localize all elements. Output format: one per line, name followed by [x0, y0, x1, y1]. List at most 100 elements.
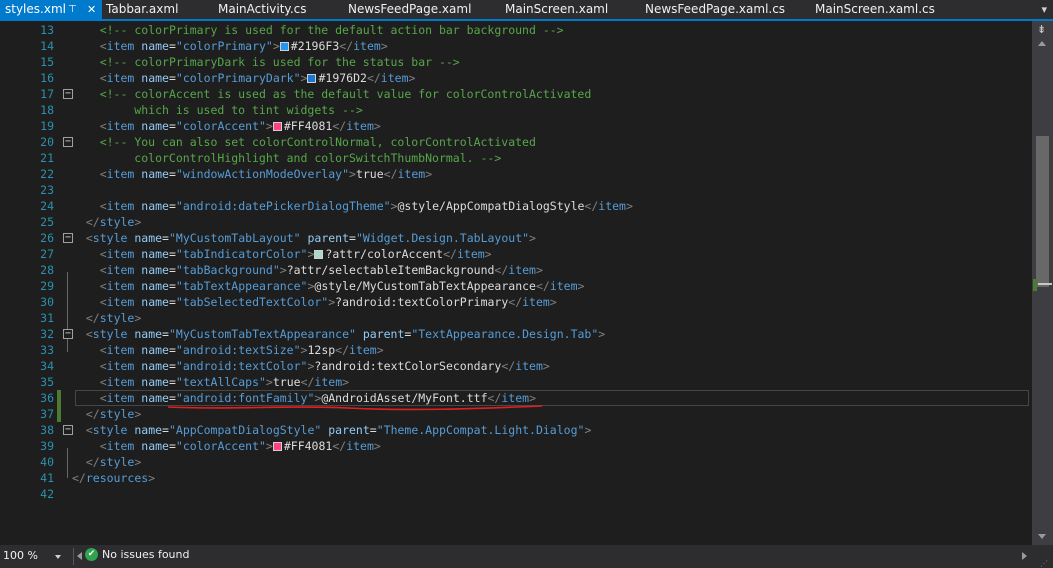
code-token: > — [265, 375, 273, 389]
code-token: "colorAccent" — [175, 439, 266, 453]
tab-overflow-dropdown-icon[interactable]: ▾ — [1041, 0, 1047, 19]
code-token: < — [99, 199, 107, 213]
code-token: < — [99, 295, 107, 309]
code-line[interactable]: 22 <item name="windowActionModeOverlay">… — [0, 166, 1032, 182]
code-token: item — [106, 71, 135, 85]
tab-styles-xml[interactable]: styles.xml ⊤ ✕ — [0, 0, 102, 19]
code-line[interactable]: 30 <item name="tabSelectedTextColor">?an… — [0, 294, 1032, 310]
code-line[interactable]: 14 <item name="colorPrimary"> #2196F3</it… — [0, 38, 1032, 54]
code-editor[interactable]: 13 <!-- colorPrimary is used for the def… — [0, 21, 1032, 545]
code-token: = — [168, 119, 176, 133]
code-token: > — [380, 39, 388, 53]
line-number: 41 — [40, 471, 54, 485]
scroll-right-arrow-icon[interactable] — [1022, 552, 1027, 560]
vertical-scrollbar[interactable]: ⇟ — [1032, 21, 1053, 545]
code-line[interactable]: 27 <item name="tabIndicatorColor"> ?attr/… — [0, 246, 1032, 262]
code-line[interactable]: 31 </style> — [0, 310, 1032, 326]
code-token: </ — [85, 311, 100, 325]
code-token: item — [106, 391, 135, 405]
code-line[interactable]: 20− <!-- You can also set colorControlNo… — [0, 134, 1032, 150]
zoom-dropdown[interactable]: 100 % — [3, 547, 63, 565]
code-line[interactable]: 19 <item name="colorAccent"> #FF4081</ite… — [0, 118, 1032, 134]
code-token: name — [134, 39, 169, 53]
tab-mainactivity-cs[interactable]: MainActivity.cs — [218, 0, 306, 19]
code-token: > — [342, 375, 350, 389]
code-token: name — [127, 423, 163, 437]
line-number: 38 — [40, 423, 54, 437]
code-line[interactable]: 42 — [0, 486, 1032, 502]
code-line[interactable]: 35 <item name="textAllCaps">true</item> — [0, 374, 1032, 390]
code-line[interactable]: 13 <!-- colorPrimary is used for the def… — [0, 22, 1032, 38]
scroll-left-arrow-icon[interactable] — [77, 552, 82, 560]
code-token: < — [99, 263, 107, 277]
code-line[interactable]: 26− <style name="MyCustomTabLayout" pare… — [0, 230, 1032, 246]
code-token: ?attr/colorAccent — [325, 247, 444, 261]
code-line[interactable]: 21 colorControlHighlight and colorSwitch… — [0, 150, 1032, 166]
code-token: > — [529, 231, 536, 245]
code-line[interactable]: 17− <!-- colorAccent is used as the defa… — [0, 86, 1032, 102]
code-token: item — [508, 263, 536, 277]
code-token: @AndroidAsset/MyFont.ttf — [321, 391, 488, 405]
code-line[interactable]: 33 <item name="android:textSize">12sp</i… — [0, 342, 1032, 358]
code-token: = — [369, 423, 377, 437]
code-text: <item name="colorPrimaryDark"> #1976D2</i… — [72, 70, 416, 86]
code-token: < — [99, 359, 107, 373]
code-token: = — [168, 391, 176, 405]
code-line[interactable]: 18 which is used to tint widgets --> — [0, 102, 1032, 118]
code-line[interactable]: 32− <style name="MyCustomTabTextAppearan… — [0, 326, 1032, 342]
code-line[interactable]: 15 <!-- colorPrimaryDark is used for the… — [0, 54, 1032, 70]
tab-newsfeedpage-xaml[interactable]: NewsFeedPage.xaml — [348, 0, 471, 19]
code-line[interactable]: 37 </style> — [0, 406, 1032, 422]
tab-mainscreen-xaml[interactable]: MainScreen.xaml — [505, 0, 608, 19]
code-text: <item name="android:textSize">12sp</item… — [72, 342, 384, 358]
code-line[interactable]: 34 <item name="android:textColor">?andro… — [0, 358, 1032, 374]
scroll-down-arrow-icon[interactable] — [1038, 534, 1046, 539]
code-line[interactable]: 23 — [0, 182, 1032, 198]
code-token: "MyCustomTabTextAppearance" — [168, 327, 356, 341]
code-token: < — [99, 71, 107, 85]
code-token: = — [168, 295, 176, 309]
code-token: = — [168, 279, 176, 293]
code-line[interactable]: 29 <item name="tabTextAppearance">@style… — [0, 278, 1032, 294]
check-circle-icon[interactable]: ✔ — [85, 548, 98, 561]
code-token: item — [380, 71, 409, 85]
code-line[interactable]: 36 <item name="android:fontFamily">@Andr… — [0, 390, 1032, 406]
code-line[interactable]: 38− <style name="AppCompatDialogStyle" p… — [0, 422, 1032, 438]
code-token: = — [168, 71, 176, 85]
code-line[interactable]: 25 </style> — [0, 214, 1032, 230]
close-icon[interactable]: ✕ — [87, 0, 96, 19]
code-token: </ — [366, 71, 381, 85]
code-token: item — [397, 167, 426, 181]
scrollbar-thumb[interactable] — [1036, 136, 1049, 287]
split-window-icon[interactable]: ⇟ — [1037, 23, 1046, 36]
code-text: <item name="colorAccent"> #FF4081</item> — [72, 438, 381, 454]
code-line[interactable]: 40 </style> — [0, 454, 1032, 470]
scroll-up-arrow-icon[interactable] — [1038, 41, 1046, 46]
code-line[interactable]: 41 </resources> — [0, 470, 1032, 486]
resize-grip-icon[interactable]: ⋰ — [1040, 555, 1048, 568]
code-line[interactable]: 28 <item name="tabBackground">?attr/sele… — [0, 262, 1032, 278]
code-token: > — [542, 359, 550, 373]
code-line[interactable]: 16 <item name="colorPrimaryDark"> #1976D2… — [0, 70, 1032, 86]
tab-newsfeedpage-xaml-cs[interactable]: NewsFeedPage.xaml.cs — [645, 0, 785, 19]
tab-tabbar-axml[interactable]: Tabbar.axml — [106, 0, 178, 19]
code-token: > — [279, 263, 287, 277]
code-token: style — [92, 423, 128, 437]
color-swatch — [307, 74, 317, 83]
tab-mainscreen-xaml-cs[interactable]: MainScreen.xaml.cs — [815, 0, 935, 19]
tab-label: MainScreen.xaml — [505, 2, 609, 16]
code-token: ?attr/selectableItemBackground — [286, 263, 495, 277]
code-token: item — [314, 375, 343, 389]
code-token: = — [162, 231, 169, 245]
code-token: > — [376, 343, 384, 357]
code-token: parent — [355, 327, 405, 341]
code-line[interactable]: 39 <item name="colorAccent"> #FF4081</ite… — [0, 438, 1032, 454]
issues-status[interactable]: No issues found — [102, 546, 189, 564]
pin-icon[interactable]: ⊤ — [68, 0, 77, 19]
code-line[interactable]: 24 <item name="android:datePickerDialogT… — [0, 198, 1032, 214]
code-token: <!-- You can also set colorControlNormal… — [99, 135, 536, 149]
